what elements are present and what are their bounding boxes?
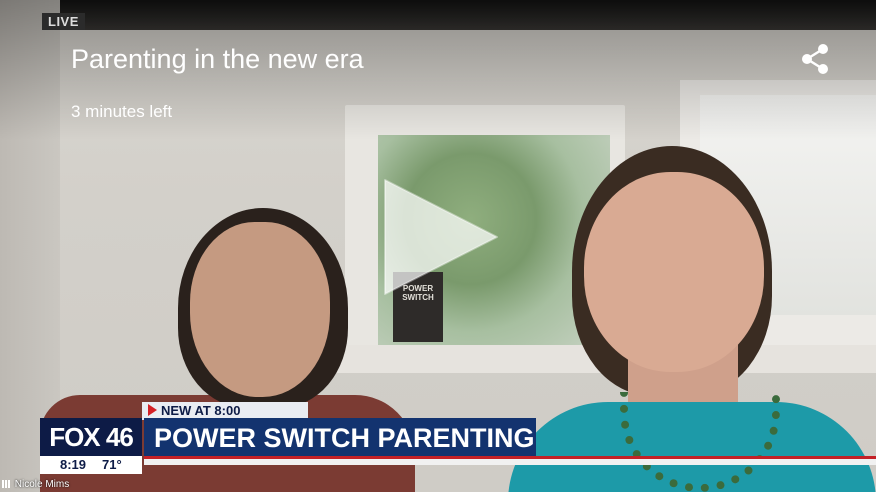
lower-third-headline: POWER SWITCH PARENTING	[144, 418, 536, 456]
play-icon[interactable]	[375, 172, 505, 302]
participant-label: Nicole Mims	[2, 479, 69, 490]
person-right-face	[584, 172, 764, 372]
clock-time: 8:19	[60, 457, 87, 472]
video-title: Parenting in the new era	[71, 44, 364, 74]
lower-third-white-rule	[144, 459, 876, 465]
person-left-face	[190, 222, 330, 397]
station-logo: FOX 46	[40, 418, 142, 456]
time-remaining: 3 minutes left	[71, 102, 173, 121]
video-player[interactable]: POWER SWITCH LIVE Parenting in the new e…	[0, 0, 876, 492]
clock-weather-bar: 8:19 71°	[40, 456, 142, 474]
arrow-icon	[148, 404, 157, 416]
live-badge: LIVE	[42, 13, 85, 30]
lower-third-tag-text: NEW AT 8:00	[161, 403, 241, 418]
participant-name: Nicole Mims	[14, 479, 70, 490]
temperature: 71°	[102, 457, 122, 472]
signal-bars-icon	[2, 480, 12, 488]
share-icon[interactable]	[798, 42, 832, 76]
